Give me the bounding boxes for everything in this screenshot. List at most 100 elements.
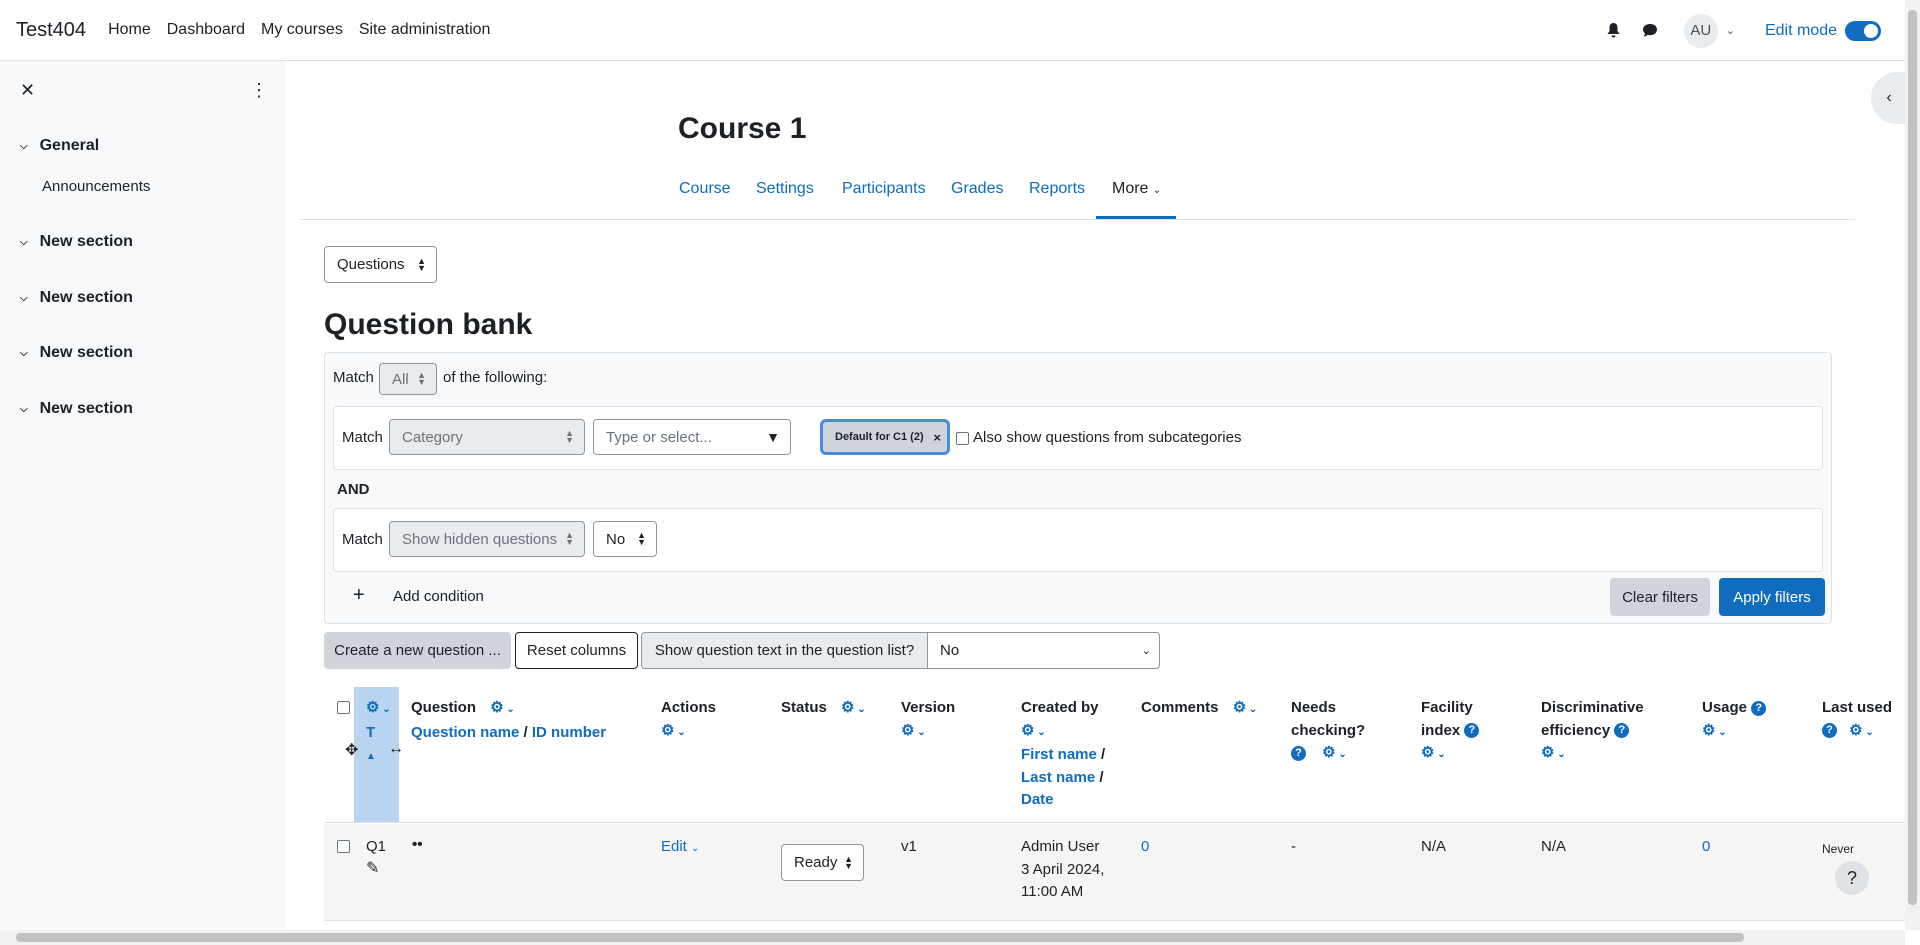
chevron-down-icon[interactable]: ⌄ [1246,704,1257,715]
scrollbar-thumb[interactable] [16,933,1744,942]
block-drawer-toggle[interactable]: ‹ [1871,72,1907,124]
gear-icon[interactable]: ⚙ [1233,699,1246,716]
nav-my-courses[interactable]: My courses [261,21,343,39]
move-icon[interactable]: ✥ [345,740,358,760]
chevron-down-icon[interactable]: ⌵ [20,404,28,415]
course-activity-announcements[interactable]: Announcements [42,178,150,195]
chevron-down-icon[interactable]: ⌄ [1434,749,1445,760]
usage-count-link[interactable]: 0 [1702,836,1710,859]
chevron-down-icon[interactable]: ⌄ [1726,24,1735,37]
gear-icon[interactable]: ⚙ [1849,722,1862,739]
sort-first-name-link[interactable]: First name [1021,746,1097,763]
resize-icon[interactable]: ↔ [388,740,404,758]
apply-filters-button[interactable]: Apply filters [1719,578,1825,616]
selected-category-badge[interactable]: Default for C1 (2) × [820,419,950,455]
pencil-icon[interactable]: ✎ [366,858,379,878]
gear-icon[interactable]: ⚙ [901,722,914,739]
chevron-down-icon[interactable]: ⌄ [1863,727,1873,738]
tab-course[interactable]: Course [679,180,731,198]
chevron-down-icon[interactable]: ⌄ [1336,749,1346,760]
create-question-button[interactable]: Create a new question ... [324,632,511,669]
show-text-select[interactable]: No ⌄ [927,632,1160,669]
subcategories-checkbox[interactable] [956,432,969,445]
chevron-down-icon[interactable]: ⌄ [854,704,865,715]
help-icon[interactable]: ? [1614,723,1630,739]
course-section-new-3[interactable]: ⌵ New section [20,344,133,362]
category-search-input[interactable]: Type or select... ▼ [593,419,791,455]
reset-columns-button[interactable]: Reset columns [515,632,638,669]
vertical-scrollbar[interactable] [1905,0,1920,930]
row-edit-menu[interactable]: Edit ⌄ [661,836,699,861]
condition-type-select[interactable]: Category ▲ ▼ [389,419,585,455]
help-float-button[interactable]: ? [1835,861,1869,895]
gear-icon[interactable]: ⚙ [1021,722,1034,739]
question-bank-page-select[interactable]: Questions ▲ ▼ [324,246,437,283]
chevron-down-icon[interactable]: ⌄ [914,727,925,738]
sort-type-link[interactable]: T [366,724,375,741]
clear-filters-button[interactable]: Clear filters [1610,578,1710,616]
tab-more[interactable]: More ⌄ [1112,180,1161,198]
help-icon[interactable]: ? [1822,723,1837,739]
bell-icon[interactable] [1604,21,1624,41]
help-icon[interactable]: ? [1291,745,1306,761]
gear-icon[interactable]: ⚙ [1421,744,1434,761]
site-brand[interactable]: Test404 [16,19,86,42]
course-section-new-1[interactable]: ⌵ New section [20,233,133,251]
select-all-checkbox[interactable] [337,701,350,714]
gear-icon[interactable]: ⚙ [1702,722,1715,739]
chevron-down-icon[interactable]: ⌄ [1554,749,1565,760]
add-condition-button[interactable]: Add condition [393,588,484,605]
tab-settings[interactable]: Settings [756,180,814,198]
sort-date-link[interactable]: Date [1021,791,1054,808]
match-join-select[interactable]: All ▲ ▼ [379,363,437,395]
course-section-new-2[interactable]: ⌵ New section [20,289,133,307]
nav-dashboard[interactable]: Dashboard [167,21,245,39]
help-icon[interactable]: ? [1751,700,1767,716]
chevron-down-icon[interactable]: ⌄ [504,704,514,715]
gear-icon[interactable]: ⚙ [661,722,674,739]
sort-last-name-link[interactable]: Last name [1021,769,1095,786]
version-header-label: Version [901,699,956,716]
comments-count-link[interactable]: 0 [1141,836,1149,859]
scrollbar-thumb[interactable] [1908,10,1917,905]
plus-icon[interactable]: + [353,584,365,607]
gear-icon[interactable]: ⚙ [841,699,854,716]
chat-icon[interactable] [1640,21,1660,41]
sort-question-name-link[interactable]: Question name [411,724,519,741]
hidden-value-select[interactable]: No ▲ ▼ [593,521,657,557]
condition-type-select[interactable]: Show hidden questions ▲ ▼ [389,521,585,557]
remove-icon[interactable]: × [933,430,941,445]
chevron-down-icon[interactable]: ⌵ [20,237,28,248]
show-text-label: Show question text in the question list? [641,632,927,669]
gear-icon[interactable]: ⚙ [490,699,503,716]
gear-icon[interactable]: ⚙ [1541,744,1554,761]
edit-mode-toggle[interactable] [1845,20,1881,41]
status-select[interactable]: Ready ▲ ▼ [781,844,864,881]
user-avatar[interactable]: AU [1683,13,1718,48]
gear-icon[interactable]: ⚙ [366,699,379,716]
nav-home[interactable]: Home [108,21,151,39]
tab-participants[interactable]: Participants [842,180,926,198]
tab-grades[interactable]: Grades [951,180,1003,198]
type-column-header[interactable]: ⚙ ⌄ T ▲ [366,697,391,769]
chevron-down-icon[interactable]: ⌄ [1715,727,1726,738]
needs-checking-column-header: Needs checking? ? ⚙ ⌄ [1291,697,1381,767]
gear-icon[interactable]: ⚙ [1322,744,1335,761]
chevron-down-icon[interactable]: ⌵ [20,293,28,304]
nav-site-administration[interactable]: Site administration [359,21,491,39]
course-section-general[interactable]: ⌵ General [20,137,99,155]
help-icon[interactable]: ? [1464,723,1480,739]
chevron-down-icon[interactable]: ⌵ [20,141,28,152]
course-section-new-4[interactable]: ⌵ New section [20,400,133,418]
chevron-down-icon[interactable]: ⌄ [674,727,685,738]
chevron-down-icon[interactable]: ⌵ [20,348,28,359]
tab-reports[interactable]: Reports [1029,180,1085,198]
kebab-menu-icon[interactable]: ⋮ [250,80,268,101]
horizontal-scrollbar[interactable] [0,930,1905,945]
and-label: AND [337,481,370,498]
sort-id-number-link[interactable]: ID number [532,724,606,741]
chevron-down-icon[interactable]: ⌄ [379,704,390,715]
chevron-down-icon[interactable]: ⌄ [1034,727,1045,738]
close-icon[interactable]: ✕ [20,80,35,101]
row-select-checkbox[interactable] [337,840,350,853]
